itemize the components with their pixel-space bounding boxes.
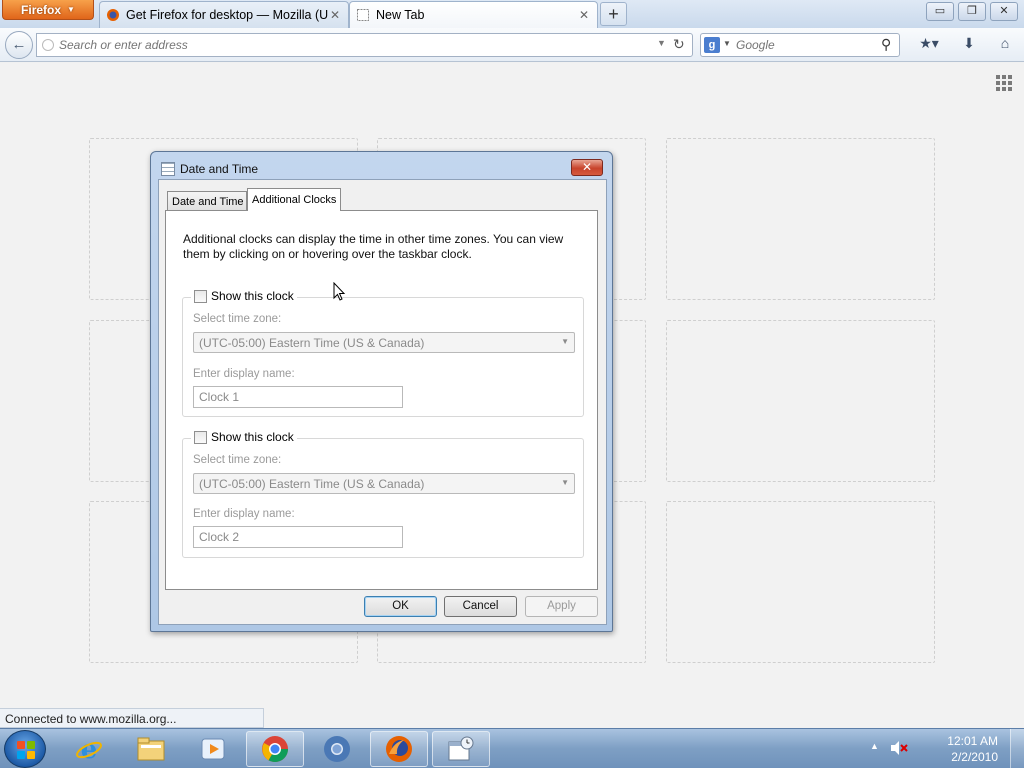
blank-page-icon <box>357 9 369 21</box>
system-clock[interactable]: 12:01 AM 2/2/2010 <box>930 733 998 765</box>
checkbox-box[interactable] <box>194 430 207 444</box>
tab-get-firefox[interactable]: Get Firefox for desktop — Mozilla (US) ✕ <box>99 1 349 28</box>
close-tab-icon[interactable]: ✕ <box>577 8 591 22</box>
restore-window-button[interactable]: ❐ <box>958 2 986 21</box>
chromium-icon <box>324 736 350 762</box>
empty-tile[interactable] <box>666 320 935 482</box>
address-input[interactable] <box>59 37 659 53</box>
display-name-label: Enter display name: <box>193 508 295 520</box>
taskbar-chromium[interactable] <box>308 731 366 767</box>
timezone-value: (UTC-05:00) Eastern Time (US & Canada) <box>199 336 425 350</box>
download-icon[interactable]: ⬇ <box>958 35 980 55</box>
new-tab-button[interactable]: + <box>600 2 627 26</box>
dialog-close-button[interactable]: ✕ <box>571 159 603 176</box>
show-clock-1-checkbox[interactable]: Show this clock <box>191 289 297 303</box>
tab-additional-clocks[interactable]: Additional Clocks <box>247 188 341 211</box>
chevron-down-icon: ▼ <box>561 337 569 346</box>
bookmarks-menu-button[interactable]: ★▾ <box>914 35 944 55</box>
calendar-icon <box>161 162 175 176</box>
timezone-label: Select time zone: <box>193 454 282 466</box>
taskbar-media-player[interactable] <box>184 731 242 767</box>
windows-taskbar: e ▲ 12:01 AM 2/2/2010 <box>0 728 1024 768</box>
firefox-icon <box>386 736 412 762</box>
media-player-icon <box>201 738 225 760</box>
taskbar-date-time[interactable] <box>432 731 490 767</box>
clock-date: 2/2/2010 <box>951 750 998 764</box>
checkbox-label: Show this clock <box>211 289 294 303</box>
apply-button: Apply <box>525 596 598 617</box>
address-bar[interactable]: ▼ ↻ <box>36 33 693 57</box>
chrome-icon <box>262 736 289 763</box>
display-name-input-1: Clock 1 <box>193 386 403 408</box>
taskbar-firefox[interactable] <box>370 731 428 767</box>
clock-group-1: Show this clock Select time zone: (UTC-0… <box>182 289 584 417</box>
show-hidden-icons-icon[interactable]: ▲ <box>870 741 879 751</box>
tab-new-tab[interactable]: New Tab ✕ <box>349 1 598 28</box>
globe-icon <box>42 39 54 51</box>
search-bar[interactable]: g ▼ ⚲ <box>700 33 900 57</box>
timezone-label: Select time zone: <box>193 313 282 325</box>
firefox-menu-label: Firefox <box>21 2 62 17</box>
cancel-button[interactable]: Cancel <box>444 596 517 617</box>
display-name-label: Enter display name: <box>193 368 295 380</box>
back-button[interactable]: ← <box>5 31 33 59</box>
clock-time: 12:01 AM <box>947 734 998 748</box>
ok-button[interactable]: OK <box>364 596 437 617</box>
tile-grid-toggle-icon[interactable] <box>996 75 1012 91</box>
firefox-menu-button[interactable]: Firefox ▼ <box>2 0 94 20</box>
empty-tile[interactable] <box>666 501 935 663</box>
volume-muted-icon[interactable] <box>890 740 908 756</box>
internet-explorer-icon: e <box>76 735 102 764</box>
tab-date-and-time[interactable]: Date and Time <box>167 191 247 210</box>
close-window-button[interactable]: ✕ <box>990 2 1018 21</box>
status-bar: Connected to www.mozilla.org... <box>0 708 264 728</box>
display-name-input-2: Clock 2 <box>193 526 403 548</box>
timezone-select-2: (UTC-05:00) Eastern Time (US & Canada) ▼ <box>193 473 575 494</box>
checkbox-label: Show this clock <box>211 430 294 444</box>
google-engine-icon[interactable]: g <box>704 37 720 53</box>
show-clock-2-checkbox[interactable]: Show this clock <box>191 430 297 444</box>
taskbar-chrome[interactable] <box>246 731 304 767</box>
history-dropdown-icon[interactable]: ▼ <box>657 38 666 48</box>
engine-dropdown-icon[interactable]: ▼ <box>723 39 731 48</box>
timezone-select-1: (UTC-05:00) Eastern Time (US & Canada) ▼ <box>193 332 575 353</box>
date-time-dialog: Date and Time ✕ Date and Time Additional… <box>150 151 613 632</box>
tab-title: Get Firefox for desktop — Mozilla (US) <box>126 8 328 22</box>
chevron-down-icon: ▼ <box>561 478 569 487</box>
search-icon[interactable]: ⚲ <box>881 36 891 53</box>
clock-group-2: Show this clock Select time zone: (UTC-0… <box>182 430 584 558</box>
firefox-favicon-icon <box>107 9 119 21</box>
browser-titlebar: Firefox ▼ Get Firefox for desktop — Mozi… <box>0 0 1024 28</box>
empty-tile[interactable] <box>666 138 935 300</box>
dialog-body: Date and Time Additional Clocks Addition… <box>158 179 607 625</box>
navigation-toolbar: ← ▼ ↻ g ▼ ⚲ ★▾ ⬇ ⌂ <box>0 28 1024 62</box>
search-input[interactable] <box>736 37 876 53</box>
intro-text: Additional clocks can display the time i… <box>183 232 564 261</box>
taskbar-file-explorer[interactable] <box>122 731 180 767</box>
home-icon[interactable]: ⌂ <box>994 35 1016 55</box>
taskbar-internet-explorer[interactable]: e <box>60 731 118 767</box>
chevron-down-icon: ▼ <box>67 5 75 14</box>
timezone-value: (UTC-05:00) Eastern Time (US & Canada) <box>199 477 425 491</box>
close-tab-icon[interactable]: ✕ <box>328 8 342 22</box>
additional-clocks-panel: Additional clocks can display the time i… <box>165 210 598 590</box>
file-explorer-icon <box>137 737 165 761</box>
minimize-window-button[interactable]: ▭ <box>926 2 954 21</box>
dialog-title: Date and Time <box>180 162 259 176</box>
reload-icon[interactable]: ↻ <box>673 36 685 53</box>
windows-logo-icon <box>17 741 35 759</box>
checkbox-box[interactable] <box>194 289 207 303</box>
date-time-icon <box>448 736 474 761</box>
start-button[interactable] <box>4 730 46 768</box>
mouse-pointer-icon <box>333 282 346 301</box>
svg-text:e: e <box>81 735 98 764</box>
tab-title: New Tab <box>376 8 425 22</box>
show-desktop-button[interactable] <box>1010 729 1024 768</box>
